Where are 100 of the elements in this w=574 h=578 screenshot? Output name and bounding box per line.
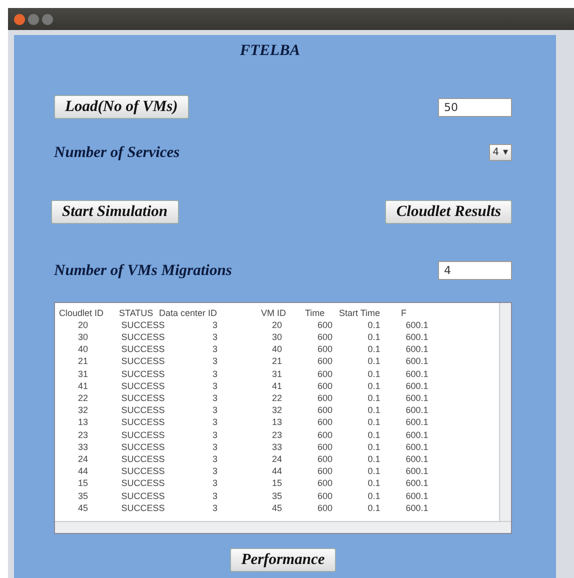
column-header: VM ID — [261, 306, 288, 319]
table-cell-text: 600 — [316, 477, 334, 490]
table-cell-text: 600.1 — [404, 440, 430, 453]
services-dropdown[interactable]: 4 ▾ — [488, 144, 512, 162]
table-cell-text: 13 — [76, 416, 89, 429]
table-cell-text: 600 — [316, 355, 334, 368]
table-cell-text: SUCCESS — [120, 428, 166, 441]
cloudlet-results-button[interactable]: Cloudlet Results — [385, 200, 512, 224]
table-cell-text: 0.1 — [366, 318, 382, 331]
table-cell-text: 0.1 — [366, 440, 382, 453]
table-cell-text: 0.1 — [366, 392, 382, 404]
column-header: Time — [305, 306, 326, 319]
column-header: Data center ID — [159, 306, 218, 319]
table-cell-text: 600.1 — [404, 490, 430, 502]
table-cell-text: 600.1 — [404, 465, 430, 478]
migrations-field[interactable]: 4 — [438, 260, 512, 280]
table-cell-text: 45 — [270, 502, 283, 514]
table-cell-text: 600 — [316, 318, 334, 331]
table-cell-text: 3 — [211, 392, 218, 404]
table-cell-text: 45 — [76, 502, 89, 514]
column-header: Cloudlet ID — [59, 306, 105, 319]
table-cell-text: 600.1 — [404, 343, 430, 356]
table-cell-text: 31 — [76, 368, 89, 380]
table-cell-text: 600 — [316, 368, 334, 380]
table-cell-text: 0.1 — [366, 343, 382, 356]
table-cell-text: SUCCESS — [120, 343, 166, 356]
table-cell-text: 41 — [76, 380, 89, 392]
dropdown-value: 4 — [492, 146, 499, 160]
table-cell-text: 15 — [76, 477, 89, 490]
vm-count-field[interactable]: 50 — [438, 98, 512, 117]
table-cell-text: 21 — [76, 355, 89, 368]
table-cell-text: 30 — [270, 330, 283, 344]
table-cell-text: 600.1 — [404, 380, 430, 392]
horizontal-scrollbar[interactable] — [55, 520, 511, 533]
table-cell-text: 600.1 — [404, 368, 430, 380]
table-cell-text: 3 — [211, 465, 218, 478]
table-cell-text: SUCCESS — [120, 490, 166, 502]
table-cell-text: 44 — [76, 465, 89, 478]
table-cell-text: 600 — [316, 404, 334, 416]
table-cell-text: SUCCESS — [120, 380, 166, 392]
table-cell-text: SUCCESS — [120, 440, 166, 453]
table-cell-text: 40 — [76, 343, 89, 356]
table-cell-text: 0.1 — [366, 452, 382, 466]
performance-button[interactable]: Performance — [230, 548, 336, 572]
table-cell-text: 35 — [76, 490, 89, 502]
table-cell-text: 0.1 — [366, 368, 382, 380]
table-cell-text: 3 — [211, 502, 218, 514]
vertical-scrollbar[interactable] — [499, 302, 511, 521]
table-cell-text: 0.1 — [366, 380, 382, 392]
table-cell-text: 600.1 — [404, 428, 430, 441]
table-cell-text: 33 — [270, 440, 283, 453]
start-simulation-button[interactable]: Start Simulation — [51, 200, 179, 224]
table-cell-text: 600.1 — [404, 355, 430, 368]
minimize-icon[interactable] — [28, 14, 39, 24]
table-cell-text: 3 — [211, 428, 218, 441]
table-cell-text: 32 — [76, 404, 89, 416]
maximize-icon[interactable] — [42, 14, 53, 24]
table-cell-text: 600 — [316, 440, 334, 453]
table-cell-text: 3 — [211, 452, 218, 466]
caret-icon: ▾ — [502, 145, 508, 160]
table-cell-text: 600.1 — [404, 477, 430, 490]
table-cell-text: 600 — [316, 428, 334, 441]
table-cell-text: 600.1 — [404, 392, 430, 404]
table-cell-text: 44 — [270, 465, 283, 478]
table-cell-text: 600.1 — [404, 318, 430, 331]
table-cell-text: 0.1 — [366, 330, 382, 344]
table-cell-text: 41 — [270, 380, 283, 392]
table-cell-text: 0.1 — [366, 355, 382, 368]
app-heading: FTELBA — [238, 41, 302, 61]
table-cell-text: 600.1 — [404, 330, 430, 344]
table-cell-text: 0.1 — [366, 416, 382, 429]
table-cell-text: 600 — [316, 502, 334, 514]
table-cell-text: 0.1 — [366, 404, 382, 416]
table-cell-text: 0.1 — [366, 428, 382, 441]
table-cell-text: 600 — [316, 416, 334, 429]
table-cell-text: 3 — [211, 343, 218, 356]
services-label: Number of Services — [54, 143, 180, 164]
table-cell-text: 3 — [211, 404, 218, 416]
table-cell-text: 20 — [270, 318, 283, 331]
table-cell-text: 0.1 — [366, 490, 382, 502]
table-cell-text: SUCCESS — [120, 330, 166, 344]
table-cell-text: SUCCESS — [120, 416, 166, 429]
load-button[interactable]: Load(No of VMs) — [54, 95, 189, 120]
table-cell-text: 600 — [316, 330, 334, 344]
table-cell-text: 600 — [316, 490, 334, 502]
table-cell-text: 31 — [270, 368, 283, 380]
table-cell-text: 600 — [316, 465, 334, 478]
table-cell-text: 600.1 — [404, 502, 430, 514]
table-cell-text: 600 — [316, 392, 334, 404]
table-cell-text: SUCCESS — [120, 477, 166, 490]
table-cell-text: SUCCESS — [120, 368, 166, 380]
table-cell-text: 33 — [76, 440, 89, 453]
table-cell-text: 15 — [270, 477, 283, 490]
close-icon[interactable] — [14, 14, 25, 24]
table-cell-text: 3 — [211, 490, 218, 502]
table-cell-text: SUCCESS — [120, 392, 166, 404]
table-cell-text: 24 — [270, 452, 283, 466]
table-cell-text: 600.1 — [404, 452, 430, 466]
table-cell-text: 21 — [270, 355, 283, 368]
table-cell-text: SUCCESS — [120, 318, 166, 331]
